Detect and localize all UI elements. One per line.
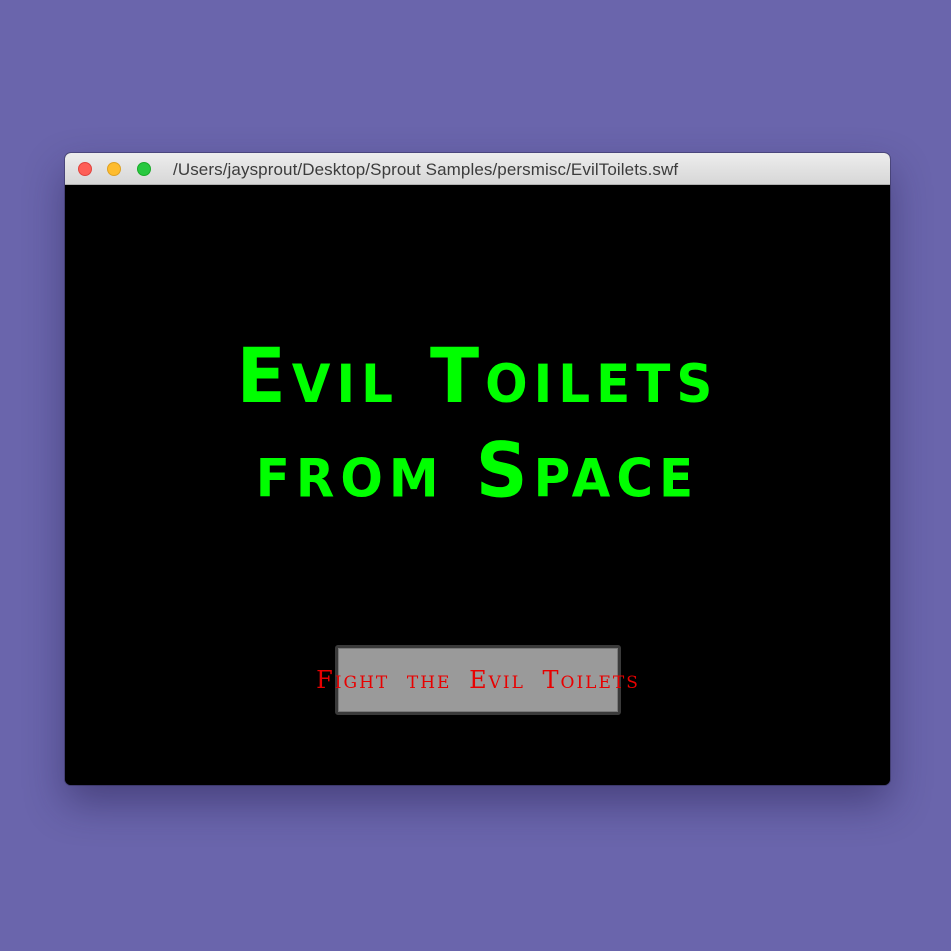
game-stage[interactable]: Evil Toilets from Space Fight the Evil T…: [65, 185, 890, 785]
game-title-line-2: from Space: [255, 426, 700, 515]
close-icon[interactable]: [78, 162, 92, 176]
desktop-background: /Users/jaysprout/Desktop/Sprout Samples/…: [0, 0, 951, 951]
player-window: /Users/jaysprout/Desktop/Sprout Samples/…: [65, 153, 890, 785]
fight-button-label: Fight the Evil Toilets: [316, 666, 640, 694]
fight-evil-toilets-button[interactable]: Fight the Evil Toilets: [316, 645, 638, 715]
game-title-line-1: Evil Toilets: [236, 331, 719, 420]
minimize-icon[interactable]: [107, 162, 121, 176]
window-titlebar[interactable]: /Users/jaysprout/Desktop/Sprout Samples/…: [65, 153, 890, 185]
window-title: /Users/jaysprout/Desktop/Sprout Samples/…: [173, 160, 679, 179]
zoom-icon[interactable]: [137, 162, 151, 176]
game-title: Evil Toilets from Space: [65, 329, 890, 518]
